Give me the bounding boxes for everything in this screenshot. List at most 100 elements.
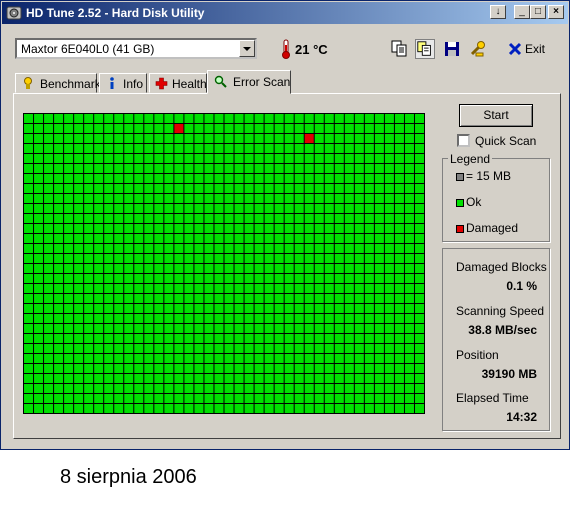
- minimize-to-tray-button[interactable]: ↓: [490, 5, 506, 19]
- ok-block: [104, 264, 114, 273]
- ok-block: [104, 394, 114, 403]
- ok-block: [384, 324, 394, 333]
- ok-block: [294, 284, 304, 293]
- quick-scan-checkbox[interactable]: [457, 134, 470, 147]
- maximize-button[interactable]: □: [530, 5, 546, 19]
- ok-block: [34, 274, 44, 283]
- ok-block: [404, 234, 414, 243]
- ok-block: [344, 114, 354, 123]
- tab-benchmark[interactable]: Benchmark: [15, 73, 101, 93]
- ok-block: [384, 234, 394, 243]
- ok-block: [244, 144, 254, 153]
- ok-block: [374, 384, 384, 393]
- ok-block: [154, 164, 164, 173]
- ok-block: [154, 334, 164, 343]
- tab-info[interactable]: Info: [99, 73, 147, 93]
- ok-block: [374, 244, 384, 253]
- ok-block: [324, 384, 334, 393]
- ok-block: [64, 214, 74, 223]
- ok-block: [164, 124, 174, 133]
- options-icon[interactable]: [468, 39, 488, 59]
- ok-block: [74, 344, 84, 353]
- ok-block: [94, 144, 104, 153]
- ok-block: [104, 154, 114, 163]
- ok-block: [254, 124, 264, 133]
- drive-select[interactable]: Maxtor 6E040L0 (41 GB): [15, 38, 257, 59]
- ok-block: [64, 184, 74, 193]
- ok-block: [94, 234, 104, 243]
- ok-block: [104, 324, 114, 333]
- ok-block: [164, 344, 174, 353]
- ok-block: [84, 144, 94, 153]
- tab-error-scan[interactable]: Error Scan: [207, 70, 291, 94]
- start-button[interactable]: Start: [459, 104, 533, 127]
- ok-block: [34, 134, 44, 143]
- ok-block: [224, 134, 234, 143]
- ok-block: [194, 314, 204, 323]
- ok-block: [174, 164, 184, 173]
- ok-block: [194, 354, 204, 363]
- ok-block: [244, 194, 254, 203]
- save-icon[interactable]: [442, 39, 462, 59]
- ok-block: [24, 114, 34, 123]
- ok-block: [354, 274, 364, 283]
- ok-block: [304, 144, 314, 153]
- ok-block: [134, 194, 144, 203]
- legend-damaged-swatch: [456, 225, 464, 233]
- ok-block: [154, 384, 164, 393]
- ok-block: [24, 304, 34, 313]
- tab-health[interactable]: Health: [149, 73, 207, 93]
- ok-block: [44, 274, 54, 283]
- tab-health-label: Health: [172, 77, 207, 91]
- ok-block: [334, 144, 344, 153]
- ok-block: [184, 364, 194, 373]
- ok-block: [74, 134, 84, 143]
- ok-block: [214, 364, 224, 373]
- minimize-button[interactable]: _: [514, 5, 530, 19]
- ok-block: [254, 374, 264, 383]
- ok-block: [374, 204, 384, 213]
- ok-block: [234, 184, 244, 193]
- title-bar[interactable]: HD Tune 2.52 - Hard Disk Utility ↓ _ □ ×: [2, 2, 568, 24]
- ok-block: [204, 134, 214, 143]
- ok-block: [254, 394, 264, 403]
- chevron-down-icon[interactable]: [239, 40, 255, 57]
- ok-block: [364, 254, 374, 263]
- ok-block: [404, 244, 414, 253]
- ok-block: [164, 314, 174, 323]
- ok-block: [184, 384, 194, 393]
- damaged-blocks-value: 0.1 %: [506, 279, 537, 293]
- ok-block: [44, 224, 54, 233]
- ok-block: [74, 224, 84, 233]
- ok-block: [354, 394, 364, 403]
- close-button[interactable]: ×: [548, 5, 564, 19]
- ok-block: [244, 214, 254, 223]
- ok-block: [34, 354, 44, 363]
- ok-block: [164, 364, 174, 373]
- ok-block: [154, 294, 164, 303]
- ok-block: [244, 204, 254, 213]
- ok-block: [54, 194, 64, 203]
- ok-block: [404, 334, 414, 343]
- ok-block: [284, 174, 294, 183]
- ok-block: [274, 124, 284, 133]
- copy-screen-icon[interactable]: [415, 39, 435, 59]
- copy-icon[interactable]: [389, 39, 409, 59]
- ok-block: [354, 374, 364, 383]
- ok-block: [374, 184, 384, 193]
- ok-block: [244, 404, 254, 413]
- thermometer-icon: [282, 39, 290, 59]
- ok-block: [384, 354, 394, 363]
- ok-block: [264, 394, 274, 403]
- ok-block: [224, 114, 234, 123]
- ok-block: [144, 354, 154, 363]
- ok-block: [164, 194, 174, 203]
- ok-block: [284, 404, 294, 413]
- ok-block: [294, 364, 304, 373]
- damaged-block: [304, 134, 314, 143]
- ok-block: [114, 134, 124, 143]
- ok-block: [404, 374, 414, 383]
- ok-block: [414, 244, 425, 253]
- ok-block: [54, 264, 64, 273]
- ok-block: [394, 274, 404, 283]
